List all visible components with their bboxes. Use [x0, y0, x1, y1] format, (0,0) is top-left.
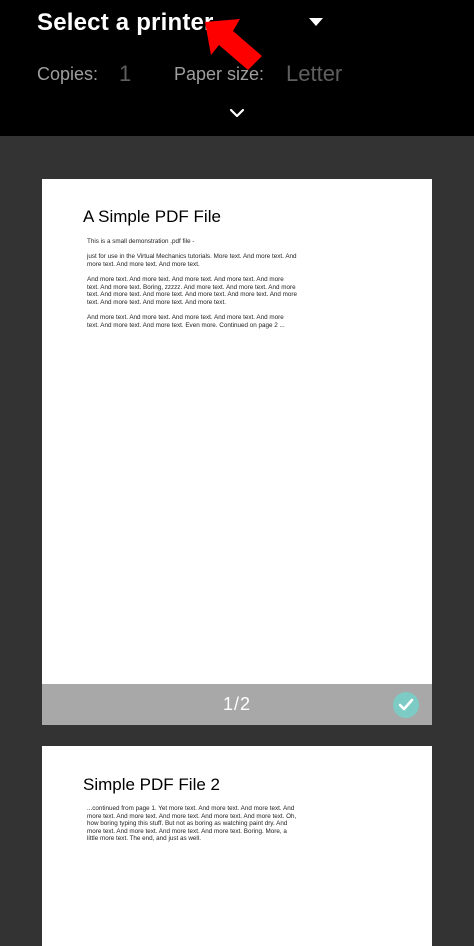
print-options-header: Select a printer Copies: 1 Paper size: L…	[0, 0, 474, 136]
paper-size-select[interactable]: Letter	[286, 61, 342, 87]
document-body: This is a small demonstration .pdf file …	[87, 238, 297, 337]
check-circle-icon[interactable]	[393, 692, 419, 718]
caret-down-icon[interactable]	[308, 17, 324, 27]
chevron-down-icon[interactable]	[229, 108, 245, 118]
printer-select-label: Select a printer	[37, 9, 214, 36]
paper-size-label: Paper size:	[174, 64, 265, 84]
document-paragraph: And more text. And more text. And more t…	[87, 313, 285, 329]
page-preview-1[interactable]: A Simple PDF File This is a small demons…	[42, 179, 432, 725]
document-title: Simple PDF File 2	[83, 775, 220, 794]
copies-input[interactable]: 1	[119, 61, 131, 87]
document-title: A Simple PDF File	[83, 207, 221, 226]
page-number: 1/2	[222, 694, 252, 714]
page-preview-2[interactable]: Simple PDF File 2 ...continued from page…	[42, 746, 432, 946]
document-paragraph: ...continued from page 1. Yet more text.…	[87, 805, 297, 843]
document-paragraph: This is a small demonstration .pdf file …	[87, 238, 195, 245]
page-footer: 1/2	[42, 684, 432, 725]
document-paragraph: And more text. And more text. And more t…	[87, 275, 298, 306]
document-body: ...continued from page 1. Yet more text.…	[87, 805, 297, 851]
checkmark-icon	[398, 698, 414, 711]
document-paragraph: just for use in the Virtual Mechanics tu…	[87, 253, 297, 268]
copies-label: Copies:	[37, 64, 99, 84]
